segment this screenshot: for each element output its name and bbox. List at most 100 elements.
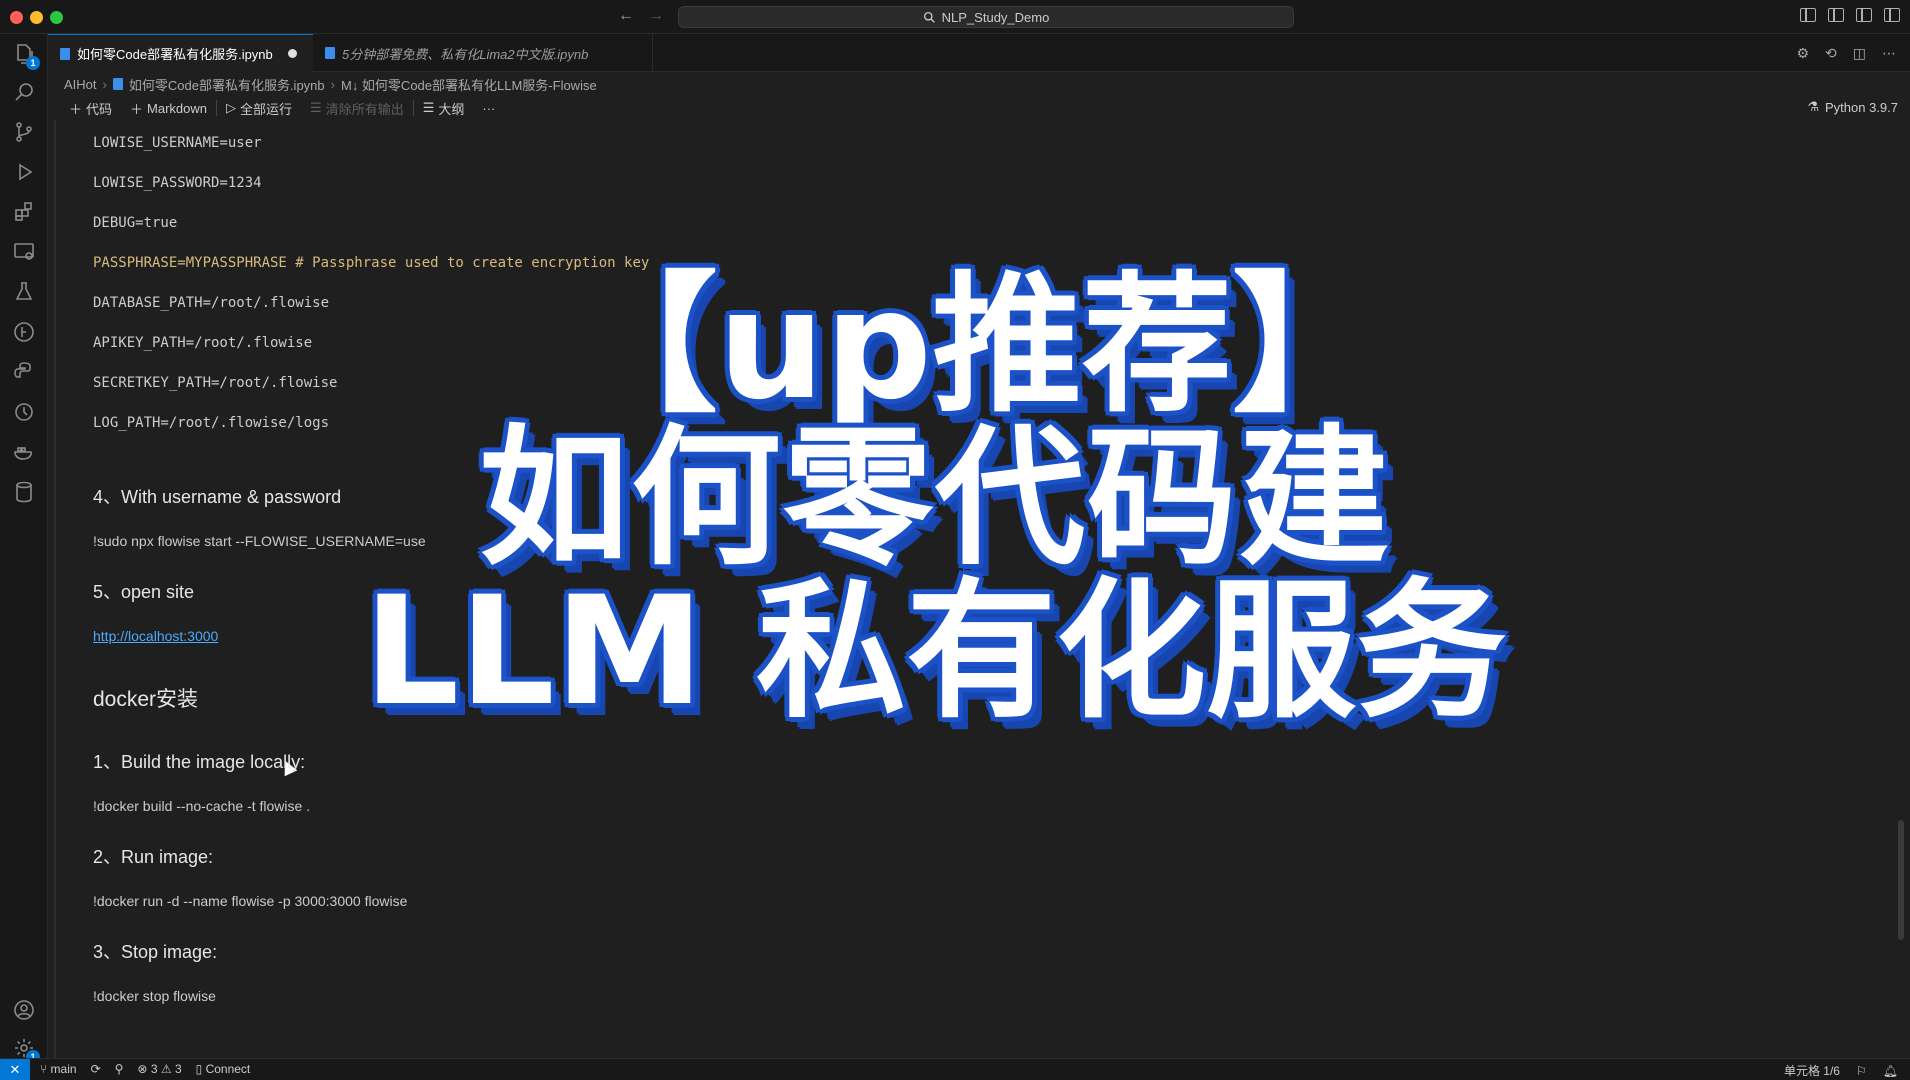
build-heading: 1、Build the image locally: (93, 752, 306, 772)
connect-label: Connect (205, 1062, 251, 1076)
database-icon[interactable] (12, 480, 36, 504)
search-icon (923, 11, 935, 23)
env-line: DATABASE_PATH=/root/.flowise (93, 295, 330, 311)
breadcrumb-file[interactable]: 如何零Code部署私有化服务.ipynb (129, 75, 325, 94)
plus-icon: ＋ (130, 101, 144, 117)
account-icon[interactable] (12, 998, 36, 1022)
env-line: SECRETKEY_PATH=/root/.flowise (93, 375, 338, 391)
notebook-editor[interactable]: LOWISE_USERNAME=user LOWISE_PASSWORD=123… (48, 120, 1910, 1060)
search-view-icon[interactable] (12, 80, 36, 104)
remote-indicator-icon[interactable]: ✕ (0, 1059, 30, 1080)
add-code-cell-button[interactable]: ＋ 代码 (60, 99, 121, 118)
title-bar: ← → NLP_Study_Demo (0, 0, 1910, 34)
tab-active-notebook[interactable]: 如何零Code部署私有化服务.ipynb (48, 34, 313, 72)
toggle-secondary-sidebar-icon[interactable] (1856, 8, 1872, 22)
editor-tab-bar: 如何零Code部署私有化服务.ipynb 5分钟部署免费、私有化Lima2中文版… (48, 34, 1910, 72)
kernel-picker[interactable]: ⚗ Python 3.9.7 (1807, 99, 1898, 115)
toggle-panel-icon[interactable] (1828, 8, 1844, 22)
explorer-badge: 1 (26, 56, 40, 70)
env-line: PASSPHRASE=MYPASSPHRASE # Passphrase use… (93, 255, 650, 271)
outline-label: 大纲 (438, 101, 465, 117)
run-all-label: 全部运行 (240, 101, 293, 117)
maximize-window-button[interactable] (50, 11, 63, 24)
forward-arrow-icon[interactable]: → (648, 7, 664, 25)
add-markdown-cell-button[interactable]: ＋ Markdown (121, 99, 216, 118)
step5-heading: 5、open site (93, 582, 195, 602)
kernel-icon: ⚗ (1807, 99, 1819, 114)
clear-all-outputs-button[interactable]: ☰ 清除所有输出 (301, 99, 413, 118)
toggle-primary-sidebar-icon[interactable] (1800, 8, 1816, 22)
notebook-toolbar: ＋ 代码 ＋ Markdown ▷ 全部运行 ☰ 清除所有输出 ☰ 大纲 ···… (48, 96, 1910, 120)
remote-explorer-icon[interactable] (12, 240, 36, 264)
close-window-button[interactable] (10, 11, 23, 24)
customize-layout-icon[interactable] (1884, 8, 1900, 22)
tab-label: 5分钟部署免费、私有化Lima2中文版.ipynb (342, 46, 589, 62)
extensions-icon[interactable] (12, 200, 36, 224)
breadcrumb-heading[interactable]: M↓ 如何零Code部署私有化LLM服务-Flowise (341, 75, 597, 94)
explorer-icon[interactable]: 1 (12, 42, 40, 70)
plus-icon: ＋ (69, 101, 83, 117)
layout-controls (1800, 8, 1900, 22)
env-line: LOG_PATH=/root/.flowise/logs (93, 415, 330, 431)
git-graph-status-icon[interactable]: ⚲ (115, 1062, 124, 1076)
notebook-icon (325, 47, 335, 59)
tab-inactive-notebook[interactable]: 5分钟部署免费、私有化Lima2中文版.ipynb (313, 34, 653, 72)
breadcrumb: AIHot › 如何零Code部署私有化服务.ipynb › M↓ 如何零Cod… (48, 72, 1910, 96)
timeline-icon[interactable] (12, 400, 36, 424)
back-arrow-icon[interactable]: ← (618, 7, 634, 25)
git-graph-icon[interactable] (12, 320, 36, 344)
stop-command: !docker stop flowise (93, 988, 216, 1004)
run-debug-icon[interactable] (12, 160, 36, 184)
status-bar: ✕ ⑂ main ⟳ ⚲ ⊗ 3 ⚠ 3 ▯ Connect 单元格 1/6 ⚐… (0, 1058, 1910, 1080)
run-heading: 2、Run image: (93, 847, 214, 867)
chevron-right-icon: › (330, 76, 335, 92)
notebook-icon (112, 78, 123, 90)
branch-indicator[interactable]: ⑂ main (40, 1062, 77, 1076)
run-command: !docker run -d --name flowise -p 3000:30… (93, 893, 408, 909)
history-navigation: ← → (618, 7, 664, 25)
list-icon: ☰ (422, 100, 435, 115)
localhost-link[interactable]: http://localhost:3000 (93, 628, 218, 644)
build-command: !docker build --no-cache -t flowise . (93, 798, 311, 814)
branch-name: main (50, 1062, 77, 1076)
docker-icon[interactable] (12, 440, 36, 464)
status-right: 单元格 1/6 ⚐ 🔔︎ (1784, 1062, 1898, 1079)
step4-heading: 4、With username & password (93, 487, 342, 507)
run-all-button[interactable]: ▷ 全部运行 (217, 99, 301, 118)
outline-button[interactable]: ☰ 大纲 (414, 99, 474, 118)
env-line: APIKEY_PATH=/root/.flowise (93, 335, 313, 351)
split-editor-icon[interactable]: ◫ (1853, 45, 1866, 62)
breadcrumb-folder[interactable]: AIHot (64, 77, 97, 92)
search-text: NLP_Study_Demo (941, 9, 1050, 25)
python-icon[interactable] (12, 360, 36, 384)
sync-icon[interactable]: ⟳ (91, 1062, 101, 1076)
connect-button[interactable]: ▯ Connect (196, 1062, 251, 1076)
problems-indicator[interactable]: ⊗ 3 ⚠ 3 (137, 1062, 181, 1076)
vertical-scrollbar[interactable] (1898, 820, 1904, 940)
env-line: DEBUG=true (93, 215, 178, 231)
timeline-history-icon[interactable]: ⟲ (1825, 45, 1837, 62)
unsaved-dot-icon[interactable] (287, 49, 297, 58)
kernel-label: Python 3.9.7 (1825, 99, 1898, 115)
command-center-search[interactable]: NLP_Study_Demo (678, 6, 1294, 28)
settings-gear-icon[interactable]: 1 (12, 1036, 40, 1064)
env-line: LOWISE_PASSWORD=1234 (93, 175, 262, 191)
status-left: ⑂ main ⟳ ⚲ ⊗ 3 ⚠ 3 ▯ Connect (40, 1062, 250, 1076)
source-control-icon[interactable] (12, 120, 36, 144)
notifications-bell-icon[interactable]: 🔔︎ (1883, 1064, 1898, 1078)
minimize-window-button[interactable] (30, 11, 43, 24)
step4-command: !sudo npx flowise start --FLOWISE_USERNA… (93, 533, 426, 549)
clear-icon: ☰ (310, 100, 322, 115)
more-actions-icon[interactable]: ⋯ (1882, 45, 1896, 62)
docker-heading: docker安装 (93, 688, 199, 711)
settings-icon[interactable]: ⚙ (1796, 45, 1809, 62)
cell-position[interactable]: 单元格 1/6 (1784, 1062, 1840, 1079)
more-label: ··· (482, 100, 496, 116)
stop-heading: 3、Stop image: (93, 942, 218, 962)
feedback-icon[interactable]: ⚐ (1856, 1064, 1867, 1078)
more-toolbar-button[interactable]: ··· (473, 101, 504, 116)
clear-all-label: 清除所有输出 (325, 101, 404, 117)
editor-actions: ⚙ ⟲ ◫ ⋯ (1796, 45, 1896, 62)
testing-icon[interactable] (12, 280, 36, 304)
add-code-label: 代码 (86, 101, 113, 117)
